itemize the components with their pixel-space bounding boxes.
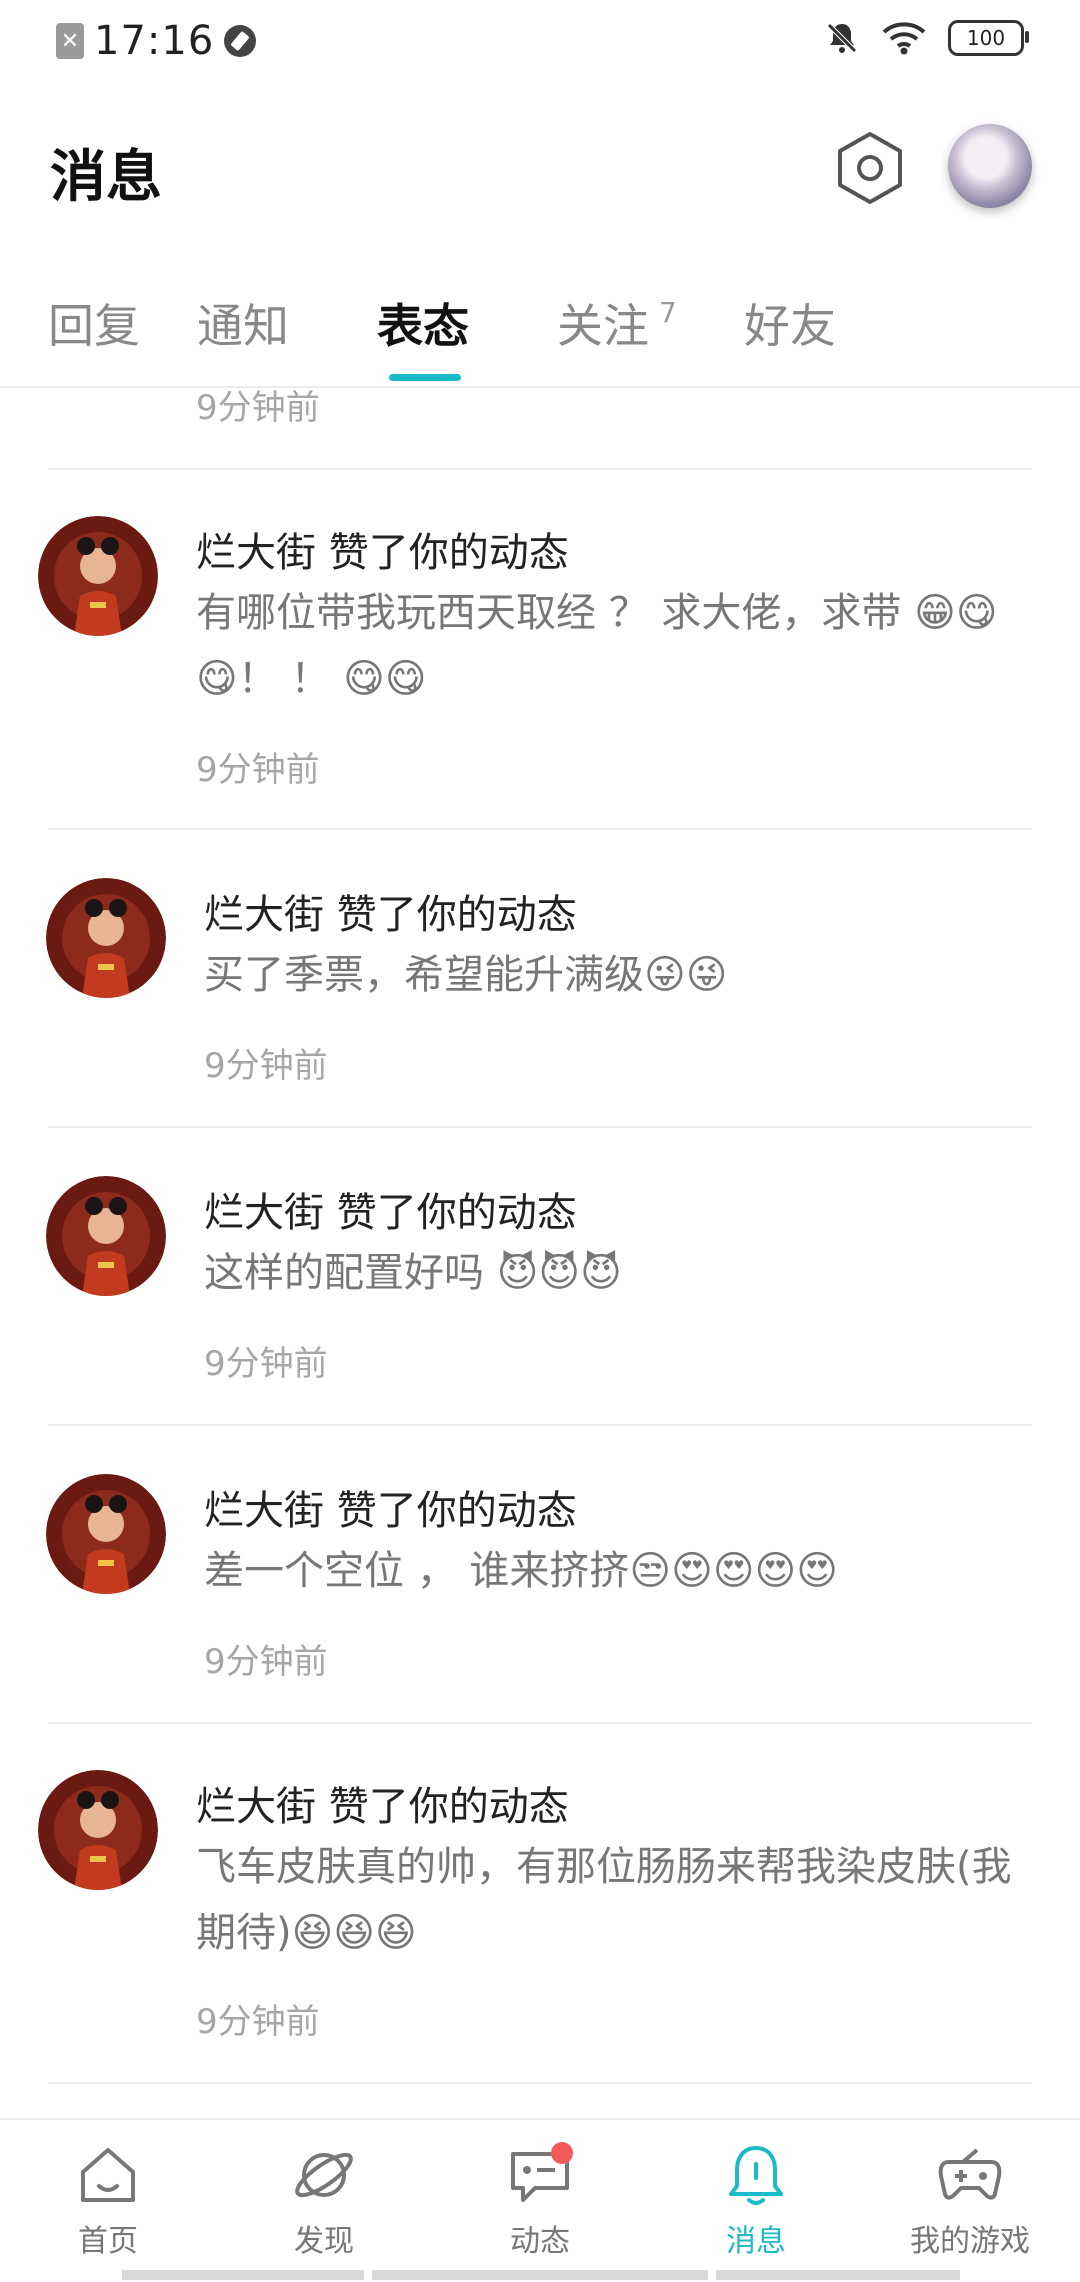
avatar[interactable] <box>46 1176 166 1296</box>
nav-home[interactable]: 首页 <box>38 2140 178 2260</box>
tab-notice[interactable]: 通知 <box>197 290 289 356</box>
tab-follow-count: 7 <box>659 296 677 329</box>
notification-badge <box>551 2142 573 2164</box>
item-title: 烂大街 赞了你的动态 <box>204 1190 577 1236</box>
list-item[interactable]: 烂大街 赞了你的动态 这样的配置好吗 😈😈😈 9分钟前 <box>0 1128 1080 1424</box>
avatar-image <box>38 1770 158 1890</box>
tab-reaction[interactable]: 表态 <box>377 290 469 356</box>
item-content: 飞车皮肤真的帅，有那位肠肠来帮我染皮肤(我期待)😆😆😆 <box>196 1844 1012 1956</box>
item-content: 这样的配置好吗 😈😈😈 <box>204 1250 622 1296</box>
item-time: 9分钟前 <box>204 1344 328 1384</box>
nav-feed-label: 动态 <box>510 2224 570 2259</box>
settings-icon <box>838 132 902 204</box>
bell-muted-icon <box>827 23 857 53</box>
nav-my-games[interactable]: 我的游戏 <box>900 2140 1040 2260</box>
planet-icon <box>289 2140 359 2210</box>
list-item[interactable]: 烂大街 赞了你的动态 差一个空位 ， 谁来挤挤😒😍😍😍😍 9分钟前 <box>0 1426 1080 1722</box>
item-title: 烂大街 赞了你的动态 <box>204 1488 577 1534</box>
avatar-image <box>38 516 158 636</box>
list-item-time: 9分钟前 <box>196 388 320 428</box>
item-content: 有哪位带我玩西天取经 ？ 求大佬，求带 😁😋😋！ ！ 😋😋 <box>196 590 998 702</box>
bottom-nav: 首页 发现 动态 消息 我的游戏 <box>0 2118 1080 2282</box>
battery-icon: 100 <box>948 20 1029 56</box>
status-time: 17:16 <box>94 18 215 64</box>
nav-discover-label: 发现 <box>294 2224 354 2259</box>
no-sim-icon: ✕ <box>56 23 84 59</box>
wifi-icon <box>882 22 926 55</box>
nav-messages-label: 消息 <box>726 2224 786 2259</box>
list-item[interactable]: 烂大街 赞了你的动态 飞车皮肤真的帅，有那位肠肠来帮我染皮肤(我期待)😆😆😆 9… <box>0 1724 1080 2082</box>
list-item[interactable]: 烂大街 赞了你的动态 有哪位带我玩西天取经 ？ 求大佬，求带 😁😋😋！ ！ 😋😋… <box>0 470 1080 828</box>
home-icon <box>73 2140 143 2210</box>
item-content: 买了季票，希望能升满级😜😜 <box>204 952 728 998</box>
nav-discover[interactable]: 发现 <box>254 2140 394 2260</box>
gesture-bar <box>122 2270 364 2280</box>
chat-icon <box>505 2140 575 2210</box>
page-title: 消息 <box>50 145 162 210</box>
avatar[interactable] <box>46 878 166 998</box>
avatar[interactable] <box>38 516 158 636</box>
status-left: ✕ 17:16 <box>56 18 257 64</box>
gamepad-icon <box>935 2140 1005 2210</box>
nav-messages[interactable]: 消息 <box>686 2140 826 2260</box>
item-time: 9分钟前 <box>204 1642 328 1682</box>
active-tab-indicator <box>389 374 461 381</box>
avatar-image <box>46 1474 166 1594</box>
list-item[interactable]: 烂大街 赞了你的动态 买了季票，希望能升满级😜😜 9分钟前 <box>0 830 1080 1126</box>
item-title: 烂大街 赞了你的动态 <box>204 892 577 938</box>
item-time: 9分钟前 <box>196 750 320 790</box>
nav-home-label: 首页 <box>78 2224 138 2259</box>
status-bar: ✕ 17:16 100 <box>0 0 1080 90</box>
nav-my-games-label: 我的游戏 <box>910 2224 1030 2259</box>
item-content: 差一个空位 ， 谁来挤挤😒😍😍😍😍 <box>204 1548 838 1594</box>
divider <box>48 2082 1032 2084</box>
gesture-bar <box>716 2270 960 2280</box>
status-right: 100 <box>824 20 1029 56</box>
avatar[interactable] <box>46 1474 166 1594</box>
item-title: 烂大街 赞了你的动态 <box>196 530 569 576</box>
battery-level: 100 <box>966 26 1006 50</box>
avatar-image <box>46 878 166 998</box>
tab-follow-label: 关注 <box>557 299 649 353</box>
bell-icon <box>721 2140 791 2210</box>
header: 消息 <box>0 90 1080 255</box>
item-title: 烂大街 赞了你的动态 <box>196 1784 569 1830</box>
avatar[interactable] <box>38 1770 158 1890</box>
tab-follow[interactable]: 关注 7 <box>557 290 677 356</box>
compass-icon <box>224 25 257 57</box>
avatar-image <box>46 1176 166 1296</box>
tab-reply[interactable]: 回复 <box>48 290 140 356</box>
gesture-bar <box>372 2270 708 2280</box>
settings-button[interactable] <box>832 130 908 206</box>
item-time: 9分钟前 <box>196 2002 320 2042</box>
tab-bar: 回复 通知 表态 关注 7 好友 <box>0 270 1080 388</box>
nav-feed[interactable]: 动态 <box>470 2140 610 2260</box>
user-avatar[interactable] <box>948 124 1032 208</box>
tab-friends[interactable]: 好友 <box>744 290 836 356</box>
item-time: 9分钟前 <box>204 1046 328 1086</box>
